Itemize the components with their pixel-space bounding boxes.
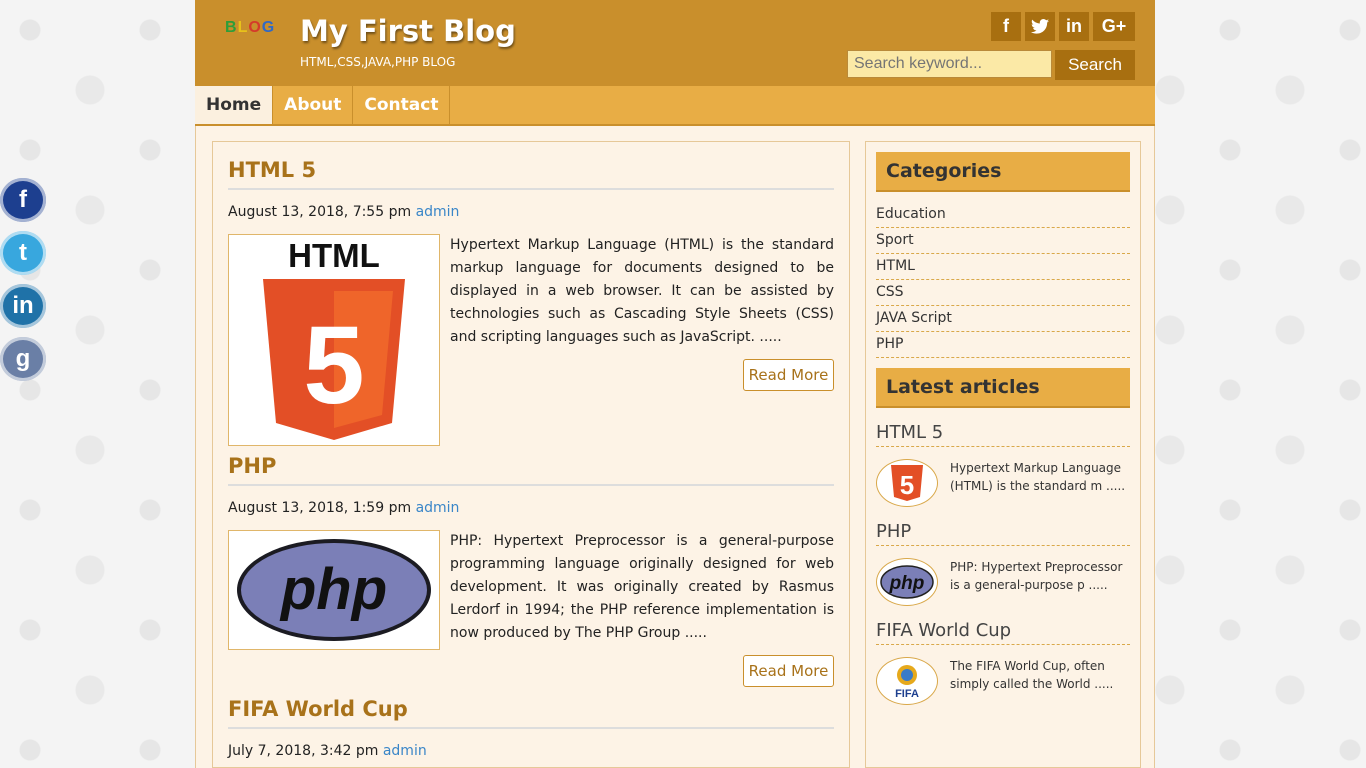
post-date: July 7, 2018, 3:42 pm [228,743,379,759]
google-plus-icon[interactable]: G+ [1093,12,1135,41]
category-link[interactable]: Education [876,202,1130,228]
main-nav: Home About Contact [195,86,1155,126]
sidebar: Categories Education Sport HTML CSS JAVA… [865,141,1141,768]
category-link[interactable]: PHP [876,332,1130,358]
post-excerpt: PHP: Hypertext Preprocessor is a general… [450,533,834,641]
latest-articles-list: HTML 5 5 Hypertext Markup Language (HTML… [876,422,1130,705]
facebook-icon[interactable]: f [991,12,1021,41]
post-title[interactable]: HTML 5 [228,158,834,190]
latest-article-title[interactable]: HTML 5 [876,422,1130,447]
php-thumb-icon[interactable]: php [876,558,938,606]
svg-text:FIFA: FIFA [895,688,919,700]
nav-home[interactable]: Home [195,86,274,124]
page-wrapper: BLOG My First Blog HTML,CSS,JAVA,PHP BLO… [195,0,1155,768]
content-area: HTML 5 August 13, 2018, 7:55 pm admin HT… [195,126,1155,768]
latest-article-title[interactable]: PHP [876,521,1130,546]
category-link[interactable]: HTML [876,254,1130,280]
post-meta: August 13, 2018, 7:55 pm admin [228,204,834,220]
post-date: August 13, 2018, 1:59 pm [228,500,412,516]
latest-article: HTML 5 5 Hypertext Markup Language (HTML… [876,422,1130,507]
php-logo-text: php [279,557,387,622]
linkedin-icon[interactable]: in [1059,12,1089,41]
post-excerpt: Hypertext Markup Language (HTML) is the … [450,237,834,345]
google-plus-icon[interactable]: g [0,337,46,381]
read-more-button[interactable]: Read More [743,655,834,687]
post-meta: July 7, 2018, 3:42 pm admin [228,743,834,759]
categories-heading: Categories [876,152,1130,192]
post-meta: August 13, 2018, 1:59 pm admin [228,500,834,516]
latest-article-snippet: PHP: Hypertext Preprocessor is a general… [950,560,1123,592]
category-link[interactable]: CSS [876,280,1130,306]
latest-article-snippet: Hypertext Markup Language (HTML) is the … [950,461,1126,493]
site-subtitle: HTML,CSS,JAVA,PHP BLOG [300,55,456,69]
header-social-links: f in G+ [991,12,1135,41]
search-input[interactable] [847,50,1052,78]
blog-logo[interactable]: BLOG [225,19,275,37]
post-php: PHP August 13, 2018, 1:59 pm admin php P… [228,454,834,694]
read-more-button[interactable]: Read More [743,359,834,391]
search-button[interactable]: Search [1055,50,1135,80]
category-link[interactable]: JAVA Script [876,306,1130,332]
category-link[interactable]: Sport [876,228,1130,254]
nav-about[interactable]: About [273,86,354,124]
category-list: Education Sport HTML CSS JAVA Script PHP [876,202,1130,358]
post-date: August 13, 2018, 7:55 pm [228,204,412,220]
floating-social-bar: f t in g [0,178,50,390]
latest-article: FIFA World Cup FIFA The FIFA World Cup, … [876,620,1130,705]
svg-text:5: 5 [900,470,914,500]
post-fifa: FIFA World Cup July 7, 2018, 3:42 pm adm… [228,697,834,768]
svg-text:php: php [889,573,925,594]
twitter-icon[interactable]: t [0,231,46,275]
html5-logo-image[interactable]: HTML 5 [228,234,440,446]
search-form: Search [847,50,1135,80]
facebook-icon[interactable]: f [0,178,46,222]
post-author-link[interactable]: admin [416,500,460,516]
html-logo-text: HTML [288,237,380,274]
nav-contact[interactable]: Contact [353,86,451,124]
fifa-thumb-icon[interactable]: FIFA [876,657,938,705]
post-title[interactable]: FIFA World Cup [228,697,834,729]
html-logo-number: 5 [303,304,364,427]
site-header: BLOG My First Blog HTML,CSS,JAVA,PHP BLO… [195,0,1155,86]
posts-column: HTML 5 August 13, 2018, 7:55 pm admin HT… [212,141,850,768]
linkedin-icon[interactable]: in [0,284,46,328]
html5-thumb-icon[interactable]: 5 [876,459,938,507]
php-logo-image[interactable]: php [228,530,440,650]
post-title[interactable]: PHP [228,454,834,486]
twitter-icon[interactable] [1025,12,1055,41]
post-author-link[interactable]: admin [416,204,460,220]
latest-articles-heading: Latest articles [876,368,1130,408]
latest-article-title[interactable]: FIFA World Cup [876,620,1130,645]
latest-article: PHP php PHP: Hypertext Preprocessor is a… [876,521,1130,606]
post-author-link[interactable]: admin [383,743,427,759]
site-title[interactable]: My First Blog [300,14,516,48]
post-html5: HTML 5 August 13, 2018, 7:55 pm admin HT… [228,158,834,448]
latest-article-snippet: The FIFA World Cup, often simply called … [950,659,1114,691]
